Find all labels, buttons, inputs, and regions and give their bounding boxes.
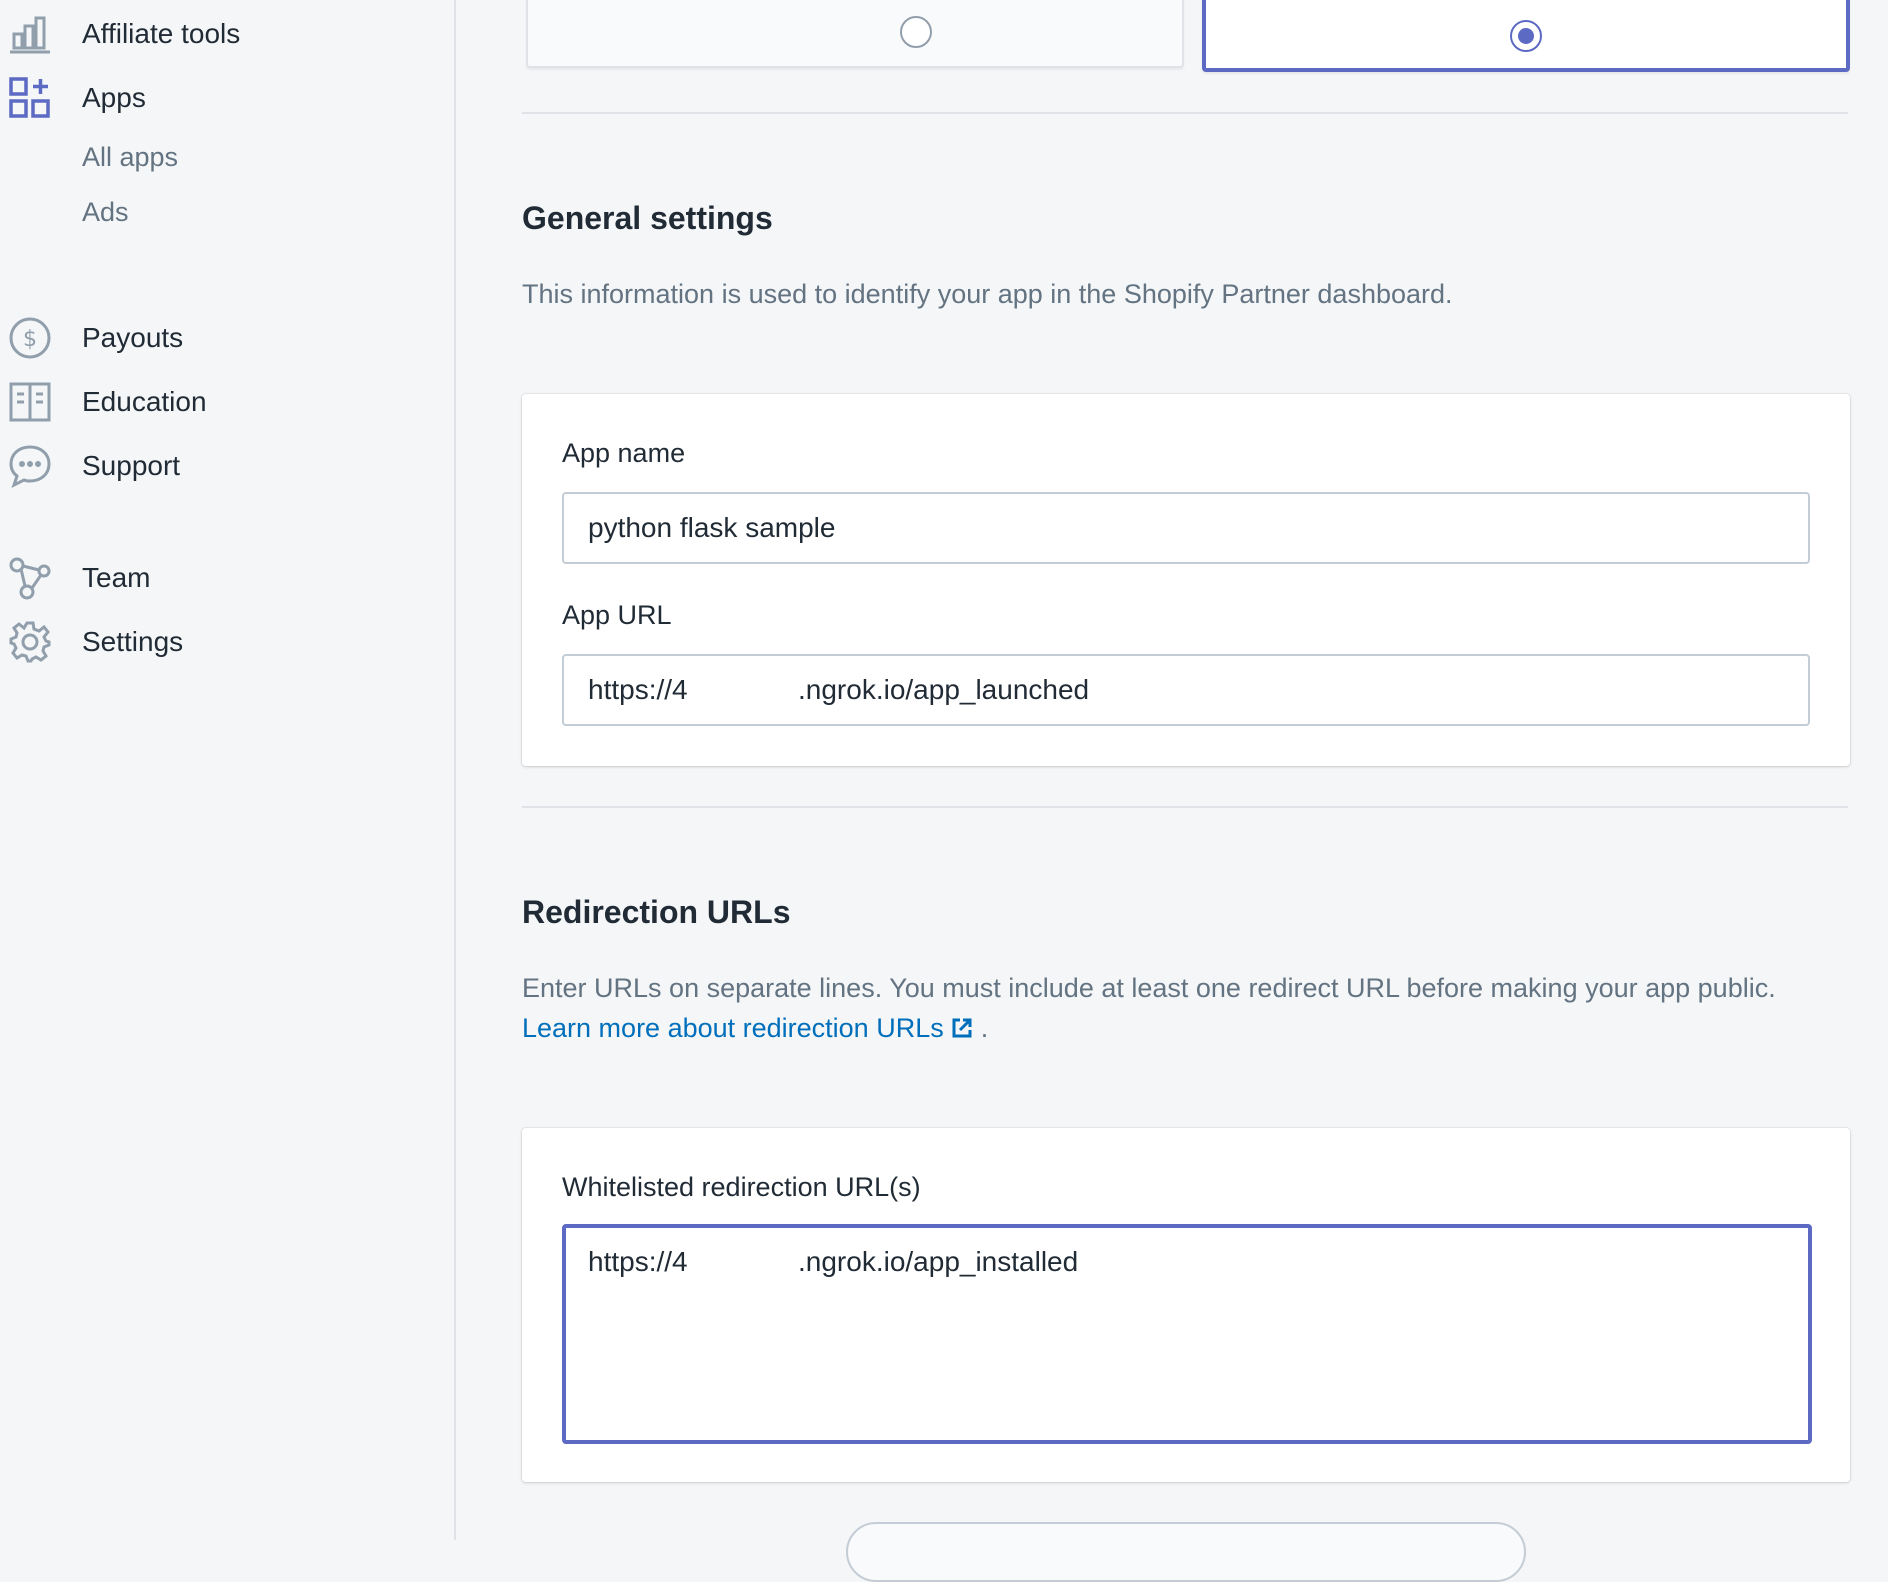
sidebar-item-label: Affiliate tools [82, 18, 241, 49]
redacted-area [688, 1244, 796, 1279]
redirection-url-suffix: .ngrok.io/app_installed [798, 1245, 1079, 1277]
sidebar: Affiliate tools Apps All apps Ads $ Payo… [0, 0, 456, 1540]
general-settings-description: This information is used to identify you… [522, 279, 1453, 309]
learn-more-link-text: Learn more about redirection URLs [522, 1013, 944, 1043]
app-url-prefix: https://4 [588, 674, 688, 705]
external-link-icon [951, 1013, 973, 1043]
app-name-input[interactable]: python flask sample [562, 492, 1810, 564]
sidebar-item-affiliate-tools[interactable]: Affiliate tools [0, 6, 440, 62]
sidebar-item-support[interactable]: Support [0, 438, 440, 494]
redirection-card: Whitelisted redirection URL(s) https://4… [522, 1128, 1850, 1482]
sidebar-item-label: Payouts [82, 322, 184, 353]
sidebar-item-team[interactable]: Team [0, 550, 440, 606]
svg-text:$: $ [23, 327, 37, 352]
redirection-url-prefix: https://4 [588, 1245, 688, 1277]
sidebar-subitem-ads[interactable]: Ads [82, 197, 129, 228]
chat-bubble-icon [8, 444, 52, 488]
radio-button-checked[interactable] [1510, 20, 1542, 52]
sidebar-item-apps[interactable]: Apps [0, 70, 440, 126]
sidebar-item-education[interactable]: Education [0, 374, 440, 430]
divider [522, 806, 1848, 808]
sidebar-item-label: Education [82, 386, 207, 417]
dollar-circle-icon: $ [8, 316, 52, 360]
sidebar-item-label: Support [82, 450, 181, 481]
redirection-urls-description: Enter URLs on separate lines. You must i… [522, 968, 1842, 1048]
general-settings-card: App name python flask sample App URL htt… [522, 394, 1850, 766]
app-url-label: App URL [562, 600, 672, 630]
team-icon [8, 556, 52, 600]
redacted-area [688, 673, 796, 707]
general-settings-title: General settings [522, 200, 773, 236]
sidebar-item-label: Settings [82, 626, 184, 657]
learn-more-redirection-link[interactable]: Learn more about redirection URLs [522, 1013, 973, 1043]
whitelisted-redirection-textarea[interactable]: https://4 .ngrok.io/app_installed [562, 1224, 1812, 1444]
redirection-description-text: Enter URLs on separate lines. You must i… [522, 973, 1776, 1003]
main-content: General settings This information is use… [458, 0, 1888, 1582]
app-type-option-2[interactable] [1202, 0, 1850, 72]
after-link-text: . [973, 1013, 989, 1043]
sidebar-item-payouts[interactable]: $ Payouts [0, 310, 440, 366]
bar-chart-icon [8, 12, 52, 56]
app-name-value: python flask sample [588, 512, 836, 543]
whitelisted-redirection-label: Whitelisted redirection URL(s) [562, 1172, 921, 1202]
app-url-input[interactable]: https://4 .ngrok.io/app_launched [562, 654, 1810, 726]
sidebar-subitem-all-apps[interactable]: All apps [82, 142, 178, 173]
sidebar-item-label: Team [82, 562, 151, 593]
sidebar-item-settings[interactable]: Settings [0, 614, 440, 670]
sidebar-item-label: Apps [82, 82, 146, 113]
divider [522, 112, 1848, 114]
app-type-option-1[interactable] [526, 0, 1184, 68]
bottom-button[interactable] [846, 1522, 1526, 1582]
app-name-label: App name [562, 438, 686, 468]
gear-icon [8, 620, 52, 664]
app-url-suffix: .ngrok.io/app_launched [798, 674, 1090, 705]
book-icon [8, 380, 52, 424]
redirection-urls-title: Redirection URLs [522, 894, 791, 930]
radio-button-unchecked[interactable] [900, 16, 932, 48]
apps-icon [8, 76, 52, 120]
